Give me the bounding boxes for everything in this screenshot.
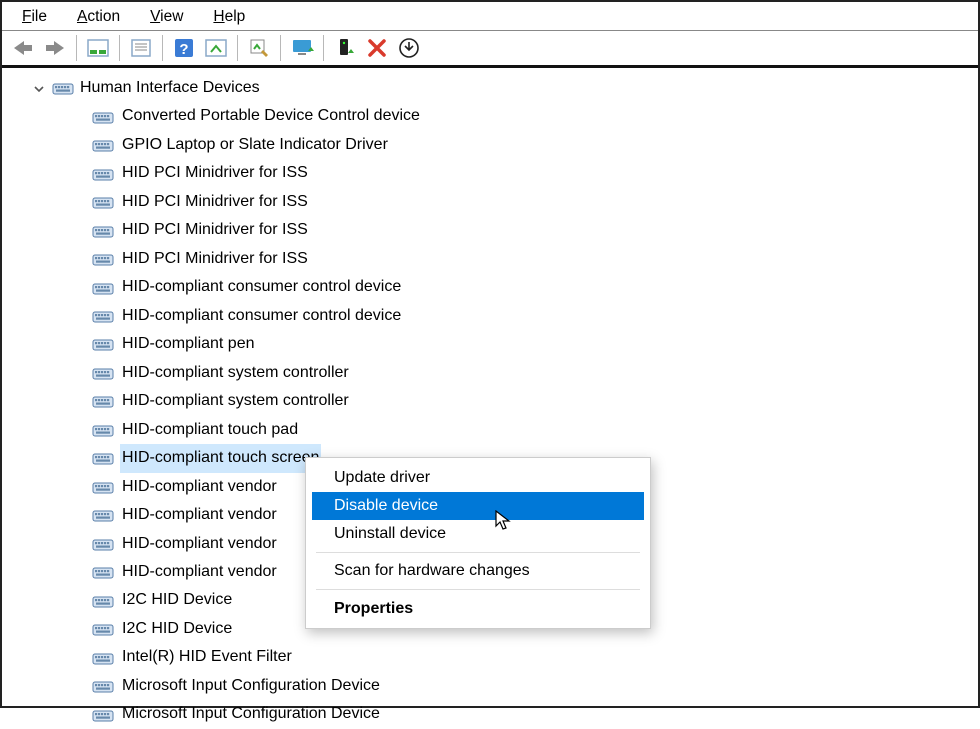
hid-device-icon — [92, 392, 114, 410]
device-tree: Human Interface Devices Converted Portab… — [2, 68, 978, 729]
device-row[interactable]: HID PCI Minidriver for ISS — [92, 188, 978, 216]
hid-device-icon — [92, 478, 114, 496]
uninstall-device-button[interactable] — [394, 34, 424, 62]
context-menu: Update driver Disable device Uninstall d… — [305, 457, 651, 629]
device-row[interactable]: HID-compliant touch pad — [92, 416, 978, 444]
hid-device-icon — [92, 222, 114, 240]
hid-device-icon — [92, 279, 114, 297]
device-row[interactable]: HID PCI Minidriver for ISS — [92, 159, 978, 187]
hid-device-icon — [92, 193, 114, 211]
menu-action[interactable]: Action — [73, 6, 124, 28]
device-row[interactable]: GPIO Laptop or Slate Indicator Driver — [92, 131, 978, 159]
hid-device-icon — [92, 108, 114, 126]
separator — [162, 35, 163, 61]
menu-help[interactable]: Help — [209, 6, 249, 28]
ctx-scan-hardware[interactable]: Scan for hardware changes — [312, 557, 644, 585]
device-row[interactable]: HID-compliant system controller — [92, 359, 978, 387]
device-label: I2C HID Device — [120, 615, 234, 643]
device-row[interactable]: HID-compliant consumer control device — [92, 302, 978, 330]
enable-device-button[interactable] — [330, 34, 360, 62]
device-label: GPIO Laptop or Slate Indicator Driver — [120, 131, 390, 159]
device-label: Microsoft Input Configuration Device — [120, 700, 382, 728]
device-label: HID-compliant vendor — [120, 501, 279, 529]
separator — [119, 35, 120, 61]
category-hid[interactable]: Human Interface Devices — [32, 74, 978, 102]
show-hide-tree-button[interactable] — [83, 34, 113, 62]
device-label: HID-compliant vendor — [120, 530, 279, 558]
hid-device-icon — [92, 535, 114, 553]
hid-device-icon — [92, 250, 114, 268]
forward-button[interactable] — [40, 34, 70, 62]
device-row[interactable]: Intel(R) HID Event Filter — [92, 643, 978, 671]
hid-device-icon — [92, 620, 114, 638]
hid-device-icon — [92, 649, 114, 667]
divider — [316, 552, 640, 553]
hid-device-icon — [92, 136, 114, 154]
device-label: HID-compliant touch pad — [120, 416, 300, 444]
device-label: HID-compliant touch screen — [120, 444, 321, 472]
separator — [280, 35, 281, 61]
hid-device-icon — [92, 307, 114, 325]
hid-device-icon — [92, 706, 114, 724]
svg-text:?: ? — [179, 41, 188, 58]
device-row[interactable]: HID PCI Minidriver for ISS — [92, 245, 978, 273]
device-row[interactable]: HID PCI Minidriver for ISS — [92, 216, 978, 244]
hid-device-icon — [92, 563, 114, 581]
hid-device-icon — [92, 335, 114, 353]
device-row[interactable]: HID-compliant consumer control device — [92, 273, 978, 301]
hid-device-icon — [92, 165, 114, 183]
hid-device-icon — [92, 592, 114, 610]
hid-device-icon — [92, 506, 114, 524]
ctx-update-driver[interactable]: Update driver — [312, 464, 644, 492]
hid-category-icon — [52, 79, 74, 97]
hid-device-icon — [92, 364, 114, 382]
device-label: Intel(R) HID Event Filter — [120, 643, 294, 671]
device-label: HID-compliant vendor — [120, 473, 279, 501]
chevron-down-icon[interactable] — [32, 82, 46, 96]
scan-hardware-button[interactable] — [287, 34, 317, 62]
ctx-disable-device[interactable]: Disable device — [312, 492, 644, 520]
menu-file[interactable]: File — [18, 6, 51, 28]
hid-device-icon — [92, 677, 114, 695]
device-list: Converted Portable Device Control device… — [32, 102, 978, 728]
device-label: HID-compliant consumer control device — [120, 273, 403, 301]
toolbar: ? — [2, 31, 978, 68]
hid-device-icon — [92, 449, 114, 467]
device-label: HID-compliant system controller — [120, 359, 351, 387]
divider — [316, 589, 640, 590]
separator — [76, 35, 77, 61]
device-label: HID-compliant system controller — [120, 387, 351, 415]
device-label: HID PCI Minidriver for ISS — [120, 188, 310, 216]
device-row[interactable]: HID-compliant system controller — [92, 387, 978, 415]
back-button[interactable] — [8, 34, 38, 62]
ctx-uninstall-device[interactable]: Uninstall device — [312, 520, 644, 548]
device-label: Microsoft Input Configuration Device — [120, 672, 382, 700]
device-row[interactable]: HID-compliant pen — [92, 330, 978, 358]
separator — [323, 35, 324, 61]
update-driver-button[interactable] — [244, 34, 274, 62]
device-label: HID PCI Minidriver for ISS — [120, 245, 310, 273]
device-row[interactable]: Microsoft Input Configuration Device — [92, 700, 978, 728]
separator — [237, 35, 238, 61]
console-tree-button[interactable] — [201, 34, 231, 62]
category-label: Human Interface Devices — [80, 74, 260, 102]
device-row[interactable]: Converted Portable Device Control device — [92, 102, 978, 130]
help-button[interactable]: ? — [169, 34, 199, 62]
device-label: HID PCI Minidriver for ISS — [120, 216, 310, 244]
device-label: I2C HID Device — [120, 586, 234, 614]
device-label: HID-compliant consumer control device — [120, 302, 403, 330]
device-label: HID-compliant pen — [120, 330, 257, 358]
properties-button[interactable] — [126, 34, 156, 62]
hid-device-icon — [92, 421, 114, 439]
disable-device-button[interactable] — [362, 34, 392, 62]
device-label: Converted Portable Device Control device — [120, 102, 422, 130]
device-label: HID-compliant vendor — [120, 558, 279, 586]
device-label: HID PCI Minidriver for ISS — [120, 159, 310, 187]
ctx-properties[interactable]: Properties — [312, 594, 644, 622]
menu-view[interactable]: View — [146, 6, 187, 28]
device-row[interactable]: Microsoft Input Configuration Device — [92, 672, 978, 700]
menubar: File Action View Help — [2, 2, 978, 31]
